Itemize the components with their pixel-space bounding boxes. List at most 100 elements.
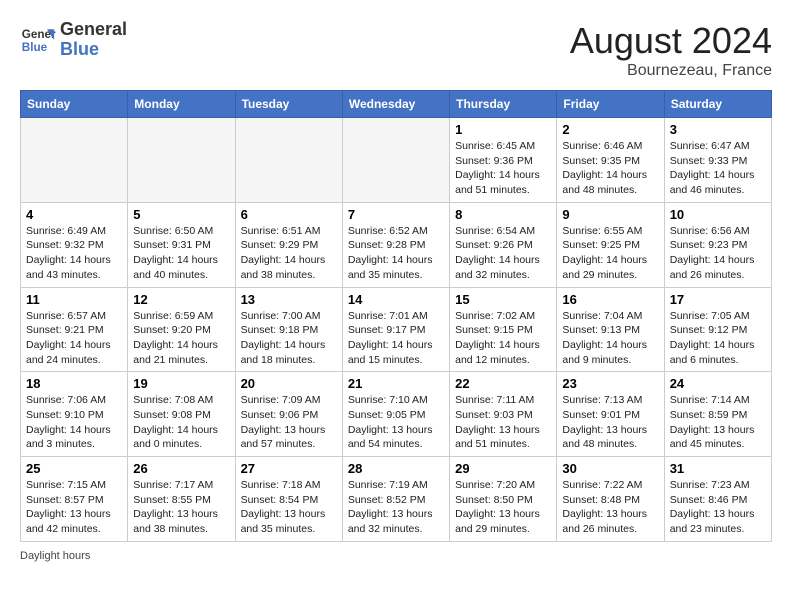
day-info: Sunrise: 7:15 AM Sunset: 8:57 PM Dayligh…: [26, 478, 122, 537]
day-info: Sunrise: 6:51 AM Sunset: 9:29 PM Dayligh…: [241, 224, 337, 283]
week-row-1: 1 Sunrise: 6:45 AM Sunset: 9:36 PM Daylig…: [21, 118, 772, 203]
day-cell: 27 Sunrise: 7:18 AM Sunset: 8:54 PM Dayli…: [235, 457, 342, 542]
day-info: Sunrise: 6:46 AM Sunset: 9:35 PM Dayligh…: [562, 139, 658, 198]
day-info: Sunrise: 7:18 AM Sunset: 8:54 PM Dayligh…: [241, 478, 337, 537]
day-info: Sunrise: 6:59 AM Sunset: 9:20 PM Dayligh…: [133, 309, 229, 368]
day-cell: 10Sunrise: 6:56 AM Sunset: 9:23 PM Dayli…: [664, 202, 771, 287]
day-cell: 1 Sunrise: 6:45 AM Sunset: 9:36 PM Daylig…: [450, 118, 557, 203]
day-cell: [21, 118, 128, 203]
day-number: 22: [455, 376, 551, 391]
day-cell: [128, 118, 235, 203]
day-cell: [342, 118, 449, 203]
day-cell: 18Sunrise: 7:06 AM Sunset: 9:10 PM Dayli…: [21, 372, 128, 457]
day-info: Sunrise: 7:04 AM Sunset: 9:13 PM Dayligh…: [562, 309, 658, 368]
day-number: 11: [26, 292, 122, 307]
day-info: Sunrise: 6:55 AM Sunset: 9:25 PM Dayligh…: [562, 224, 658, 283]
day-cell: 24Sunrise: 7:14 AM Sunset: 8:59 PM Dayli…: [664, 372, 771, 457]
day-number: 18: [26, 376, 122, 391]
week-row-3: 11 Sunrise: 6:57 AM Sunset: 9:21 PM Dayli…: [21, 287, 772, 372]
day-info: Sunrise: 6:45 AM Sunset: 9:36 PM Dayligh…: [455, 139, 551, 198]
day-number: 26: [133, 461, 229, 476]
day-info: Sunrise: 7:01 AM Sunset: 9:17 PM Dayligh…: [348, 309, 444, 368]
day-number: 17: [670, 292, 766, 307]
svg-text:Blue: Blue: [22, 41, 48, 54]
col-header-saturday: Saturday: [664, 91, 771, 118]
day-cell: 4 Sunrise: 6:49 AM Sunset: 9:32 PM Daylig…: [21, 202, 128, 287]
location: Bournezeau, France: [570, 62, 772, 80]
day-info: Sunrise: 7:23 AM Sunset: 8:46 PM Dayligh…: [670, 478, 766, 537]
day-number: 3: [670, 122, 766, 137]
logo-line2: Blue: [60, 40, 127, 60]
day-info: Sunrise: 7:02 AM Sunset: 9:15 PM Dayligh…: [455, 309, 551, 368]
day-number: 27: [241, 461, 337, 476]
day-cell: 30 Sunrise: 7:22 AM Sunset: 8:48 PM Dayli…: [557, 457, 664, 542]
day-cell: 17 Sunrise: 7:05 AM Sunset: 9:12 PM Dayli…: [664, 287, 771, 372]
day-cell: 21 Sunrise: 7:10 AM Sunset: 9:05 PM Dayli…: [342, 372, 449, 457]
day-cell: 5 Sunrise: 6:50 AM Sunset: 9:31 PM Daylig…: [128, 202, 235, 287]
day-info: Sunrise: 7:08 AM Sunset: 9:08 PM Dayligh…: [133, 393, 229, 452]
week-row-2: 4 Sunrise: 6:49 AM Sunset: 9:32 PM Daylig…: [21, 202, 772, 287]
day-cell: 29 Sunrise: 7:20 AM Sunset: 8:50 PM Dayli…: [450, 457, 557, 542]
day-number: 13: [241, 292, 337, 307]
logo-text: General Blue: [60, 20, 127, 60]
day-info: Sunrise: 7:20 AM Sunset: 8:50 PM Dayligh…: [455, 478, 551, 537]
day-cell: 28Sunrise: 7:19 AM Sunset: 8:52 PM Dayli…: [342, 457, 449, 542]
day-number: 23: [562, 376, 658, 391]
logo-line1: General: [60, 20, 127, 40]
day-number: 24: [670, 376, 766, 391]
logo-icon: General Blue: [20, 22, 56, 58]
logo: General Blue General Blue: [20, 20, 127, 60]
day-info: Sunrise: 7:22 AM Sunset: 8:48 PM Dayligh…: [562, 478, 658, 537]
day-number: 4: [26, 207, 122, 222]
col-header-thursday: Thursday: [450, 91, 557, 118]
header-row: SundayMondayTuesdayWednesdayThursdayFrid…: [21, 91, 772, 118]
day-number: 16: [562, 292, 658, 307]
day-info: Sunrise: 6:49 AM Sunset: 9:32 PM Dayligh…: [26, 224, 122, 283]
day-number: 1: [455, 122, 551, 137]
day-cell: 23Sunrise: 7:13 AM Sunset: 9:01 PM Dayli…: [557, 372, 664, 457]
day-number: 31: [670, 461, 766, 476]
week-row-4: 18Sunrise: 7:06 AM Sunset: 9:10 PM Dayli…: [21, 372, 772, 457]
day-cell: 25Sunrise: 7:15 AM Sunset: 8:57 PM Dayli…: [21, 457, 128, 542]
day-number: 7: [348, 207, 444, 222]
day-number: 8: [455, 207, 551, 222]
day-number: 5: [133, 207, 229, 222]
day-info: Sunrise: 6:50 AM Sunset: 9:31 PM Dayligh…: [133, 224, 229, 283]
day-cell: 20Sunrise: 7:09 AM Sunset: 9:06 PM Dayli…: [235, 372, 342, 457]
day-cell: 3 Sunrise: 6:47 AM Sunset: 9:33 PM Daylig…: [664, 118, 771, 203]
week-row-5: 25Sunrise: 7:15 AM Sunset: 8:57 PM Dayli…: [21, 457, 772, 542]
day-cell: 8Sunrise: 6:54 AM Sunset: 9:26 PM Daylig…: [450, 202, 557, 287]
day-cell: 13Sunrise: 7:00 AM Sunset: 9:18 PM Dayli…: [235, 287, 342, 372]
daylight-hours-label: Daylight hours: [20, 550, 90, 562]
day-info: Sunrise: 7:11 AM Sunset: 9:03 PM Dayligh…: [455, 393, 551, 452]
day-number: 15: [455, 292, 551, 307]
day-cell: 16 Sunrise: 7:04 AM Sunset: 9:13 PM Dayli…: [557, 287, 664, 372]
day-info: Sunrise: 7:10 AM Sunset: 9:05 PM Dayligh…: [348, 393, 444, 452]
footer-note: Daylight hours: [20, 550, 772, 562]
day-number: 9: [562, 207, 658, 222]
title-block: August 2024 Bournezeau, France: [570, 20, 772, 80]
day-number: 29: [455, 461, 551, 476]
day-cell: 31 Sunrise: 7:23 AM Sunset: 8:46 PM Dayli…: [664, 457, 771, 542]
col-header-monday: Monday: [128, 91, 235, 118]
day-cell: 11 Sunrise: 6:57 AM Sunset: 9:21 PM Dayli…: [21, 287, 128, 372]
day-cell: 12Sunrise: 6:59 AM Sunset: 9:20 PM Dayli…: [128, 287, 235, 372]
day-cell: 19Sunrise: 7:08 AM Sunset: 9:08 PM Dayli…: [128, 372, 235, 457]
day-info: Sunrise: 7:05 AM Sunset: 9:12 PM Dayligh…: [670, 309, 766, 368]
day-cell: 6Sunrise: 6:51 AM Sunset: 9:29 PM Daylig…: [235, 202, 342, 287]
day-cell: 22 Sunrise: 7:11 AM Sunset: 9:03 PM Dayli…: [450, 372, 557, 457]
day-number: 20: [241, 376, 337, 391]
day-number: 21: [348, 376, 444, 391]
day-cell: 14 Sunrise: 7:01 AM Sunset: 9:17 PM Dayli…: [342, 287, 449, 372]
day-number: 30: [562, 461, 658, 476]
day-number: 28: [348, 461, 444, 476]
col-header-wednesday: Wednesday: [342, 91, 449, 118]
month-year: August 2024: [570, 20, 772, 62]
day-info: Sunrise: 6:57 AM Sunset: 9:21 PM Dayligh…: [26, 309, 122, 368]
day-number: 14: [348, 292, 444, 307]
day-info: Sunrise: 7:17 AM Sunset: 8:55 PM Dayligh…: [133, 478, 229, 537]
col-header-friday: Friday: [557, 91, 664, 118]
day-cell: 9 Sunrise: 6:55 AM Sunset: 9:25 PM Daylig…: [557, 202, 664, 287]
col-header-sunday: Sunday: [21, 91, 128, 118]
day-info: Sunrise: 6:47 AM Sunset: 9:33 PM Dayligh…: [670, 139, 766, 198]
